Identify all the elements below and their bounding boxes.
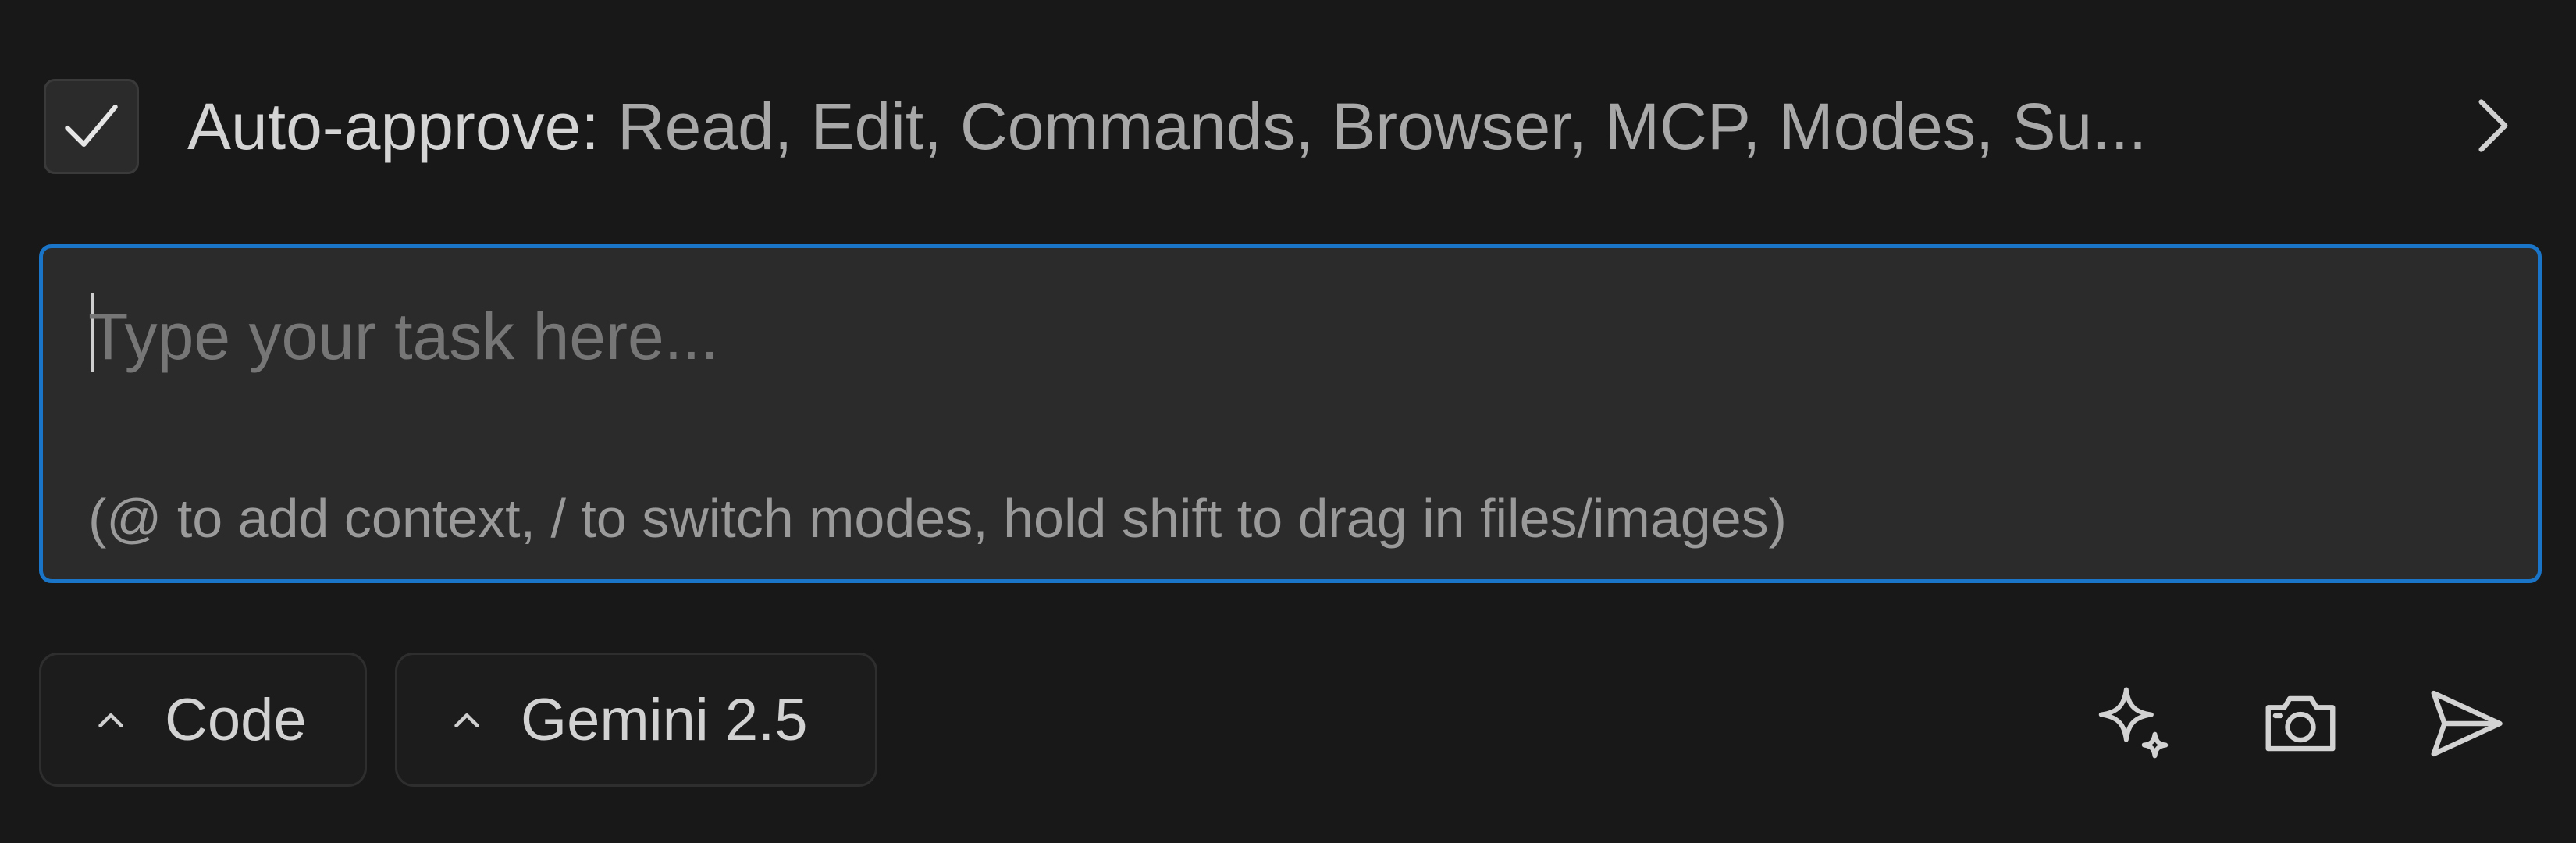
chevron-right-icon[interactable] xyxy=(2459,92,2526,159)
task-input-hint: (@ to add context, / to switch modes, ho… xyxy=(88,488,1787,549)
model-selector[interactable]: Gemini 2.5 xyxy=(395,653,877,787)
sparkle-icon xyxy=(2098,687,2169,759)
auto-approve-text: Auto-approve: Read, Edit, Commands, Brow… xyxy=(187,94,2147,159)
auto-approve-checkbox[interactable] xyxy=(44,79,139,174)
task-input[interactable] xyxy=(88,293,2492,379)
checkmark-icon xyxy=(65,105,118,148)
mode-selector[interactable]: Code xyxy=(39,653,367,787)
screenshot-button[interactable] xyxy=(2258,681,2343,767)
chevron-up-icon xyxy=(454,713,479,727)
mode-selector-label: Code xyxy=(165,686,307,753)
auto-approve-row[interactable]: Auto-approve: Read, Edit, Commands, Brow… xyxy=(44,78,2526,175)
camera-icon xyxy=(2265,695,2336,752)
model-selector-label: Gemini 2.5 xyxy=(521,686,808,753)
task-input-box[interactable]: (@ to add context, / to switch modes, ho… xyxy=(39,244,2542,583)
chevron-up-icon xyxy=(98,713,123,727)
enhance-prompt-button[interactable] xyxy=(2090,681,2176,767)
auto-approve-summary: Read, Edit, Commands, Browser, MCP, Mode… xyxy=(617,90,2147,163)
send-icon xyxy=(2431,690,2503,757)
send-button[interactable] xyxy=(2423,681,2509,767)
auto-approve-label: Auto-approve: xyxy=(187,90,600,163)
